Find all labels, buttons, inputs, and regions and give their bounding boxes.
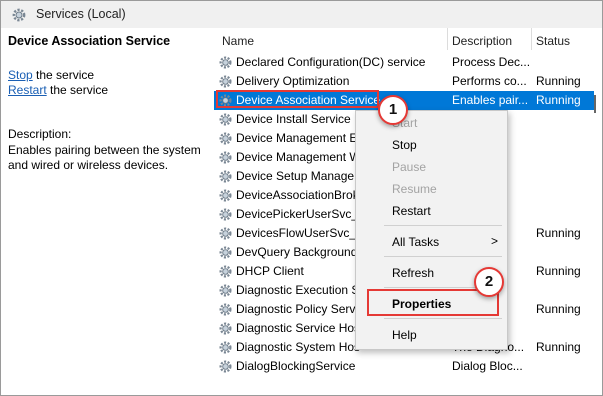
column-divider[interactable] bbox=[447, 28, 448, 50]
service-description: Performs co... bbox=[452, 74, 527, 88]
stop-service-link[interactable]: Stop bbox=[8, 68, 33, 82]
service-gear-icon bbox=[218, 245, 233, 260]
service-status: Running bbox=[536, 340, 581, 354]
service-gear-icon bbox=[218, 340, 233, 355]
service-gear-icon bbox=[218, 169, 233, 184]
scrollbar-thumb[interactable] bbox=[594, 95, 596, 113]
service-name: DialogBlockingService bbox=[236, 359, 356, 373]
stop-suffix: the service bbox=[32, 68, 95, 82]
service-gear-icon bbox=[218, 112, 233, 127]
stop-link-row: Stop the service bbox=[8, 68, 94, 82]
menu-item-stop[interactable]: Stop bbox=[392, 138, 417, 152]
menu-item-refresh[interactable]: Refresh bbox=[392, 266, 434, 280]
window-title: Services (Local) bbox=[36, 7, 126, 21]
table-row[interactable]: Delivery Optimization Performs co... Runni… bbox=[214, 72, 594, 91]
gear-icon bbox=[12, 8, 26, 22]
service-gear-icon bbox=[218, 207, 233, 222]
services-window: Services (Local) Device Association Serv… bbox=[0, 0, 603, 396]
service-name: Delivery Optimization bbox=[236, 74, 350, 88]
table-header: Name Description Status bbox=[214, 28, 602, 52]
column-header-description[interactable]: Description bbox=[452, 34, 512, 48]
step-badge-2: 2 bbox=[474, 267, 504, 297]
service-description: Process Dec... bbox=[452, 55, 530, 69]
menu-separator bbox=[384, 256, 502, 257]
service-status: Running bbox=[536, 226, 581, 240]
step-badge-1: 1 bbox=[378, 95, 408, 125]
restart-service-link[interactable]: Restart bbox=[8, 83, 47, 97]
service-gear-icon bbox=[218, 131, 233, 146]
restart-suffix: the service bbox=[46, 83, 109, 97]
menu-separator bbox=[384, 225, 502, 226]
service-gear-icon bbox=[218, 283, 233, 298]
description-text: Enables pairing between the system and w… bbox=[8, 143, 201, 172]
service-status: Running bbox=[536, 74, 581, 88]
submenu-arrow-icon: > bbox=[491, 234, 499, 248]
service-gear-icon bbox=[218, 226, 233, 241]
selected-service-title: Device Association Service bbox=[8, 34, 171, 48]
column-divider[interactable] bbox=[531, 28, 532, 50]
menu-item-restart[interactable]: Restart bbox=[392, 204, 431, 218]
restart-link-row: Restart the service bbox=[8, 83, 108, 97]
title-bar: Services (Local) bbox=[1, 1, 602, 28]
menu-item-all-tasks[interactable]: All Tasks bbox=[392, 235, 439, 249]
selected-row-highlight bbox=[216, 90, 379, 108]
service-description: Enables pair... bbox=[452, 93, 529, 107]
service-gear-icon bbox=[218, 264, 233, 279]
column-header-status[interactable]: Status bbox=[536, 34, 570, 48]
service-gear-icon bbox=[218, 359, 233, 374]
menu-separator bbox=[384, 318, 502, 319]
service-gear-icon bbox=[218, 74, 233, 89]
menu-item-help[interactable]: Help bbox=[392, 328, 417, 342]
table-row[interactable]: DialogBlockingService Dialog Bloc... bbox=[214, 357, 594, 376]
menu-item-resume[interactable]: Resume bbox=[392, 182, 437, 196]
service-gear-icon bbox=[218, 188, 233, 203]
service-status: Running bbox=[536, 264, 581, 278]
service-gear-icon bbox=[218, 150, 233, 165]
service-gear-icon bbox=[218, 321, 233, 336]
table-row[interactable]: Declared Configuration(DC) service Proces… bbox=[214, 53, 594, 72]
column-header-name[interactable]: Name bbox=[222, 34, 254, 48]
service-gear-icon bbox=[218, 302, 233, 317]
description-label: Description: bbox=[8, 127, 72, 141]
service-status: Running bbox=[536, 302, 581, 316]
service-gear-icon bbox=[218, 55, 233, 70]
menu-item-pause[interactable]: Pause bbox=[392, 160, 426, 174]
service-description: Dialog Bloc... bbox=[452, 359, 523, 373]
extended-description-panel: Device Association Service Stop the serv… bbox=[1, 28, 211, 395]
service-status: Running bbox=[536, 93, 581, 107]
service-name: Declared Configuration(DC) service bbox=[236, 55, 426, 69]
